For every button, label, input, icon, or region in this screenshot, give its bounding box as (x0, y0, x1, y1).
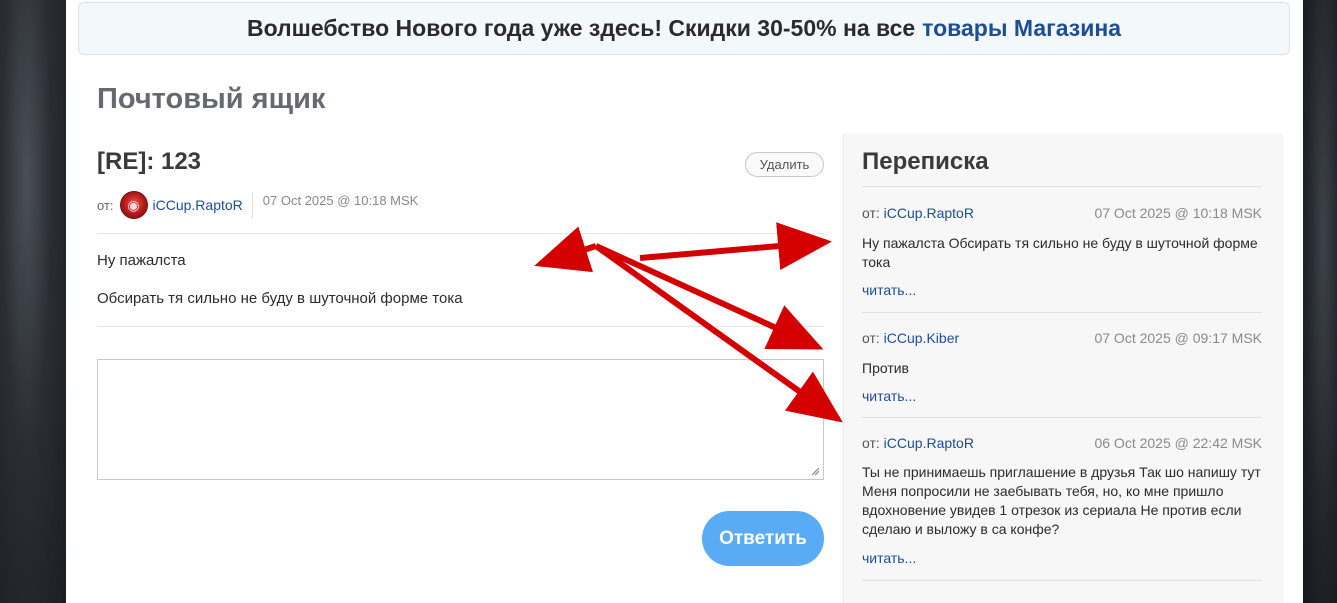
conversation-item-header: от: iCCup.Kiber 07 Oct 2025 @ 09:17 MSK (862, 330, 1262, 346)
promo-shop-link[interactable]: товары Магазина (922, 15, 1121, 42)
conversation-panel: Переписка от: iCCup.RaptoR 07 Oct 2025 @… (843, 134, 1283, 603)
message-subject: [RE]: 123 (97, 148, 202, 175)
message-date: 07 Oct 2025 @ 10:18 MSK (262, 193, 419, 208)
reply-button[interactable]: Ответить (702, 511, 824, 566)
divider (97, 233, 824, 234)
conversation-from: от: iCCup.Kiber (862, 330, 959, 346)
conversation-date: 06 Oct 2025 @ 22:42 MSK (1094, 435, 1262, 451)
from-label: от: (862, 205, 880, 221)
conversation-date: 07 Oct 2025 @ 09:17 MSK (1094, 330, 1262, 346)
background-right (1303, 0, 1337, 603)
conversation-item: от: iCCup.RaptoR 07 Oct 2025 @ 10:18 MSK… (862, 186, 1262, 312)
author-link[interactable]: iCCup.Kiber (884, 330, 959, 346)
conversation-text: Ты не принимаешь приглашение в друзья Та… (862, 464, 1261, 537)
author-link[interactable]: iCCup.RaptoR (884, 435, 974, 451)
conversation-text: Ну пажалста Обсирать тя сильно не буду в… (862, 235, 1258, 270)
divider (97, 326, 824, 327)
conversation-item: от: iCCup.Kiber 07 Oct 2025 @ 09:17 MSK … (862, 312, 1262, 417)
conversation-item-partial (862, 580, 1262, 603)
conversation-item: от: iCCup.RaptoR 06 Oct 2025 @ 22:42 MSK… (862, 417, 1262, 580)
from-label: от: (97, 197, 114, 213)
author-link[interactable]: iCCup.RaptoR (153, 197, 243, 213)
background-left (0, 0, 66, 603)
conversation-from: от: iCCup.RaptoR (862, 435, 974, 451)
reply-textarea[interactable] (97, 359, 824, 480)
delete-button[interactable]: Удалить (745, 152, 824, 177)
conversation-date: 07 Oct 2025 @ 10:18 MSK (1094, 205, 1262, 221)
conversation-text: Против (862, 360, 909, 376)
message-meta: от: ◉ iCCup.RaptoR 07 Oct 2025 @ 10:18 M… (97, 190, 824, 220)
conversation-item-header: от: iCCup.RaptoR 07 Oct 2025 @ 10:18 MSK (862, 205, 1262, 221)
promo-text: Волшебство Нового года уже здесь! Скидки… (246, 15, 916, 41)
read-more-link[interactable]: читать... (862, 388, 916, 404)
avatar[interactable]: ◉ (119, 191, 148, 219)
message-panel: [RE]: 123 Удалить от: ◉ iCCup.RaptoR 07 … (97, 134, 824, 603)
resize-handle-icon[interactable] (811, 467, 820, 476)
from-label: от: (862, 435, 880, 451)
conversation-title: Переписка (862, 148, 989, 175)
read-more-link[interactable]: читать... (862, 282, 916, 298)
read-more-link[interactable]: читать... (862, 550, 916, 566)
page-content: Волшебство Нового года уже здесь! Скидки… (66, 0, 1303, 603)
author-link[interactable]: iCCup.RaptoR (884, 205, 974, 221)
avatar-emblem-icon: ◉ (127, 196, 140, 213)
message-line: Ну пажалста (97, 252, 186, 269)
conversation-from: от: iCCup.RaptoR (862, 205, 974, 221)
message-line: Обсирать тя сильно не буду в шуточной фо… (97, 290, 463, 307)
from-label: от: (862, 330, 880, 346)
promo-banner: Волшебство Нового года уже здесь! Скидки… (78, 2, 1290, 55)
page-title: Почтовый ящик (97, 83, 326, 115)
conversation-item-header: от: iCCup.RaptoR 06 Oct 2025 @ 22:42 MSK (862, 435, 1262, 451)
divider (251, 192, 253, 218)
